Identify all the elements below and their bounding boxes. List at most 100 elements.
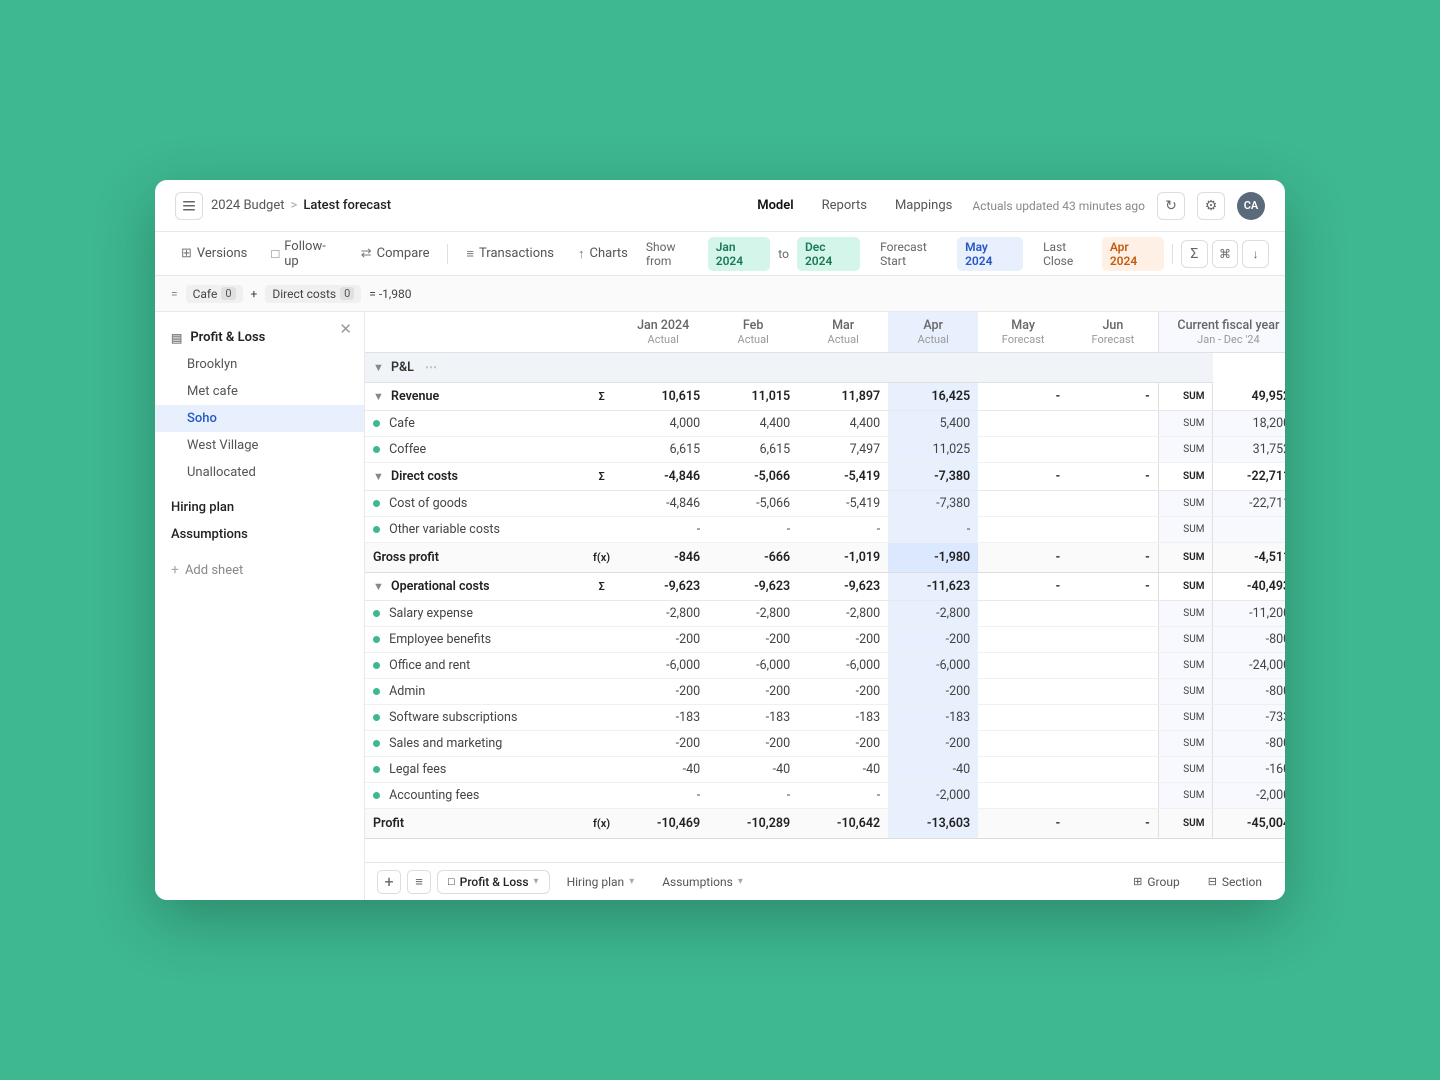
pl-toggle[interactable]: ▼ (373, 361, 384, 374)
direct-costs-may: - (978, 463, 1068, 491)
nav-mappings[interactable]: Mappings (883, 193, 964, 218)
refresh-button[interactable]: ↻ (1157, 192, 1185, 220)
direct-costs-toggle[interactable]: ▼ (373, 470, 384, 483)
spreadsheet-container[interactable]: Jan 2024 Actual Feb Actual Mar Actual (365, 312, 1285, 862)
nav-reports[interactable]: Reports (810, 193, 879, 218)
compare-button[interactable]: ⇄ Compare (351, 241, 440, 266)
sidebar-item-met-cafe[interactable]: Met cafe (155, 378, 364, 405)
row-operational-costs: ▼ Operational costs Σ -9,623 -9,623 -9,6… (365, 573, 1285, 601)
sidebar-item-unallocated[interactable]: Unallocated (155, 459, 364, 486)
date-to-badge[interactable]: Dec 2024 (797, 237, 860, 271)
op-costs-jun: - (1068, 573, 1158, 601)
tab-menu-button[interactable]: ≡ (407, 870, 431, 894)
row-other-variable-costs: Other variable costs - - - - SUM - (365, 517, 1285, 543)
divider2 (1172, 244, 1173, 264)
salary-label: Salary expense (389, 606, 473, 621)
date-from-badge[interactable]: Jan 2024 (708, 237, 771, 271)
scissor-icon-button[interactable]: ⌘ (1212, 240, 1239, 268)
salary-dot (373, 610, 380, 617)
coffee-fiscal: 31,752 (1213, 437, 1285, 463)
add-sheet-label: Add sheet (185, 563, 243, 578)
transactions-button[interactable]: ≡ Transactions (456, 241, 564, 267)
formula-bar: = Cafe 0 + Direct costs 0 = -1,980 (155, 276, 1285, 312)
avatar[interactable]: CA (1237, 192, 1265, 220)
follow-up-button[interactable]: □ Follow-up (261, 234, 346, 274)
nav-model[interactable]: Model (745, 193, 805, 218)
profit-apr: -13,603 (888, 809, 978, 839)
cafe-may (978, 411, 1068, 437)
profit-may: - (978, 809, 1068, 839)
app-window: 2024 Budget > Latest forecast Model Repo… (155, 180, 1285, 900)
cog-may (978, 491, 1068, 517)
section-pl: ▼ P&L ⋯ (365, 353, 1285, 383)
accounting-dot (373, 792, 380, 799)
sidebar-hiring-plan[interactable]: Hiring plan (155, 494, 364, 521)
tab-profit-loss-icon: □ (448, 875, 455, 888)
tab-assumptions-label: Assumptions (662, 875, 733, 889)
top-bar-right: Actuals updated 43 minutes ago ↻ ⚙ CA (972, 192, 1265, 220)
coffee-agg (585, 437, 618, 463)
sum-icon-button[interactable]: Σ (1181, 240, 1208, 268)
ovc-agg (585, 517, 618, 543)
sidebar-item-brooklyn[interactable]: Brooklyn (155, 351, 364, 378)
sidebar-close-button[interactable]: ✕ (339, 320, 352, 338)
op-costs-fiscal: -40,493 (1213, 573, 1285, 601)
cog-feb: -5,066 (708, 491, 798, 517)
row-office-rent: Office and rent -6,000 -6,000 -6,000 -6,… (365, 653, 1285, 679)
forecast-start-badge[interactable]: May 2024 (957, 237, 1023, 271)
forecast-start-label: Forecast Start (880, 240, 951, 268)
settings-button[interactable]: ⚙ (1197, 192, 1225, 220)
col-header-apr: Apr Actual (888, 312, 978, 353)
col-header-mar: Mar Actual (798, 312, 888, 353)
group-button[interactable]: ⊞ Group (1122, 870, 1191, 894)
add-tab-button[interactable]: + (377, 870, 401, 894)
col-header-agg (585, 312, 618, 353)
versions-button[interactable]: ⊞ Versions (171, 241, 257, 266)
op-costs-agg: Σ (585, 573, 618, 601)
salary-apr: -2,800 (888, 601, 978, 627)
office-dot (373, 662, 380, 669)
salary-jan: -2,800 (618, 601, 708, 627)
software-dot (373, 714, 380, 721)
last-close-badge[interactable]: Apr 2024 (1102, 237, 1164, 271)
sales-dot (373, 740, 380, 747)
col-header-jun: Jun Forecast (1068, 312, 1158, 353)
section-button[interactable]: ⊟ Section (1197, 870, 1273, 894)
transactions-icon: ≡ (466, 246, 474, 262)
coffee-mar: 7,497 (798, 437, 888, 463)
charts-button[interactable]: ↑ Charts (568, 241, 638, 267)
download-button[interactable]: ↓ (1242, 240, 1269, 268)
sidebar-add-sheet-button[interactable]: + Add sheet (155, 556, 364, 584)
benefits-dot (373, 636, 380, 643)
revenue-apr: 16,425 (888, 383, 978, 411)
sidebar-item-west-village[interactable]: West Village (155, 432, 364, 459)
tab-hiring-plan[interactable]: Hiring plan ▾ (556, 870, 646, 894)
ovc-feb: - (708, 517, 798, 543)
ovc-apr: - (888, 517, 978, 543)
versions-label: Versions (197, 246, 247, 261)
row-legal-fees: Legal fees -40 -40 -40 -40 SUM -160 (365, 757, 1285, 783)
sidebar-pl-header[interactable]: ▤ Profit & Loss (155, 324, 364, 351)
breadcrumb-project[interactable]: 2024 Budget (211, 198, 285, 213)
salary-mar: -2,800 (798, 601, 888, 627)
coffee-dot (373, 446, 380, 453)
salary-feb: -2,800 (708, 601, 798, 627)
cog-agg (585, 491, 618, 517)
revenue-sum-label: SUM (1158, 383, 1213, 411)
sidebar-assumptions[interactable]: Assumptions (155, 521, 364, 548)
plus-icon: + (171, 562, 179, 578)
revenue-jan: 10,615 (618, 383, 708, 411)
tab-assumptions[interactable]: Assumptions ▾ (651, 870, 754, 894)
revenue-toggle[interactable]: ▼ (373, 390, 384, 403)
software-label: Software subscriptions (389, 710, 517, 725)
formula-pill-direct-label: Direct costs (272, 287, 336, 301)
op-costs-toggle[interactable]: ▼ (373, 580, 384, 593)
sidebar-toggle-button[interactable] (175, 192, 203, 220)
cafe-dot (373, 420, 380, 427)
tab-profit-loss[interactable]: □ Profit & Loss ▾ (437, 870, 550, 894)
sidebar-item-soho[interactable]: Soho (155, 405, 364, 432)
formula-eq: = (171, 287, 178, 301)
revenue-may: - (978, 383, 1068, 411)
tab-chevron-as: ▾ (738, 876, 743, 887)
gross-profit-jun: - (1068, 543, 1158, 573)
